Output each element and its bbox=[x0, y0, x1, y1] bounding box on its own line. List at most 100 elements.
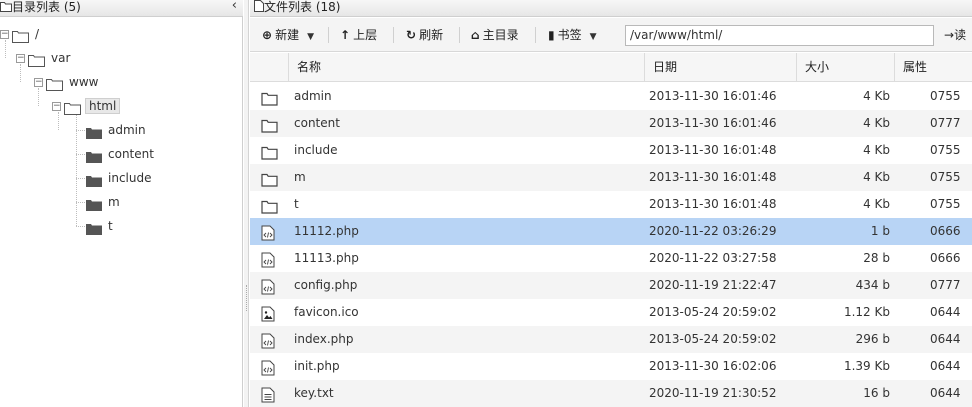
file-attr[interactable]: 0644 bbox=[930, 353, 972, 380]
tree-node-label: var bbox=[51, 51, 71, 65]
file-attr[interactable]: 0755 bbox=[930, 191, 972, 218]
refresh-button[interactable]: ↻ 刷新 bbox=[406, 25, 443, 45]
file-row[interactable]: config.php 2020-11-19 21:22:47 434 b 0777 bbox=[250, 272, 972, 299]
file-name[interactable]: 11113.php bbox=[294, 245, 644, 272]
file-size: 16 b bbox=[863, 386, 890, 400]
file-panel: 文件列表 (18) ⊕ 新建 ▼ ↑ 上层 ↻ 刷新 ⌂ 主目录 ▮ 书签 ▼ /var/ww… bbox=[250, 0, 972, 407]
file-row[interactable]: 11112.php 2020-11-22 03:26:29 1 b 0666 bbox=[250, 218, 972, 245]
arrow-up-icon: ↑ bbox=[340, 28, 351, 42]
tree-node[interactable]: include bbox=[86, 168, 151, 188]
folder-icon bbox=[86, 125, 102, 139]
file-attr[interactable]: 0755 bbox=[930, 137, 972, 164]
column-header-size[interactable]: 大小 bbox=[796, 53, 894, 82]
bookmark-button[interactable]: ▮ 书签 ▼ bbox=[548, 25, 597, 45]
panel-splitter[interactable] bbox=[244, 0, 249, 407]
file-attr[interactable]: 0644 bbox=[930, 380, 972, 407]
file-attr[interactable]: 0666 bbox=[930, 218, 972, 245]
file-row[interactable]: favicon.ico 2013-05-24 20:59:02 1.12 Kb 064… bbox=[250, 299, 972, 326]
tree-node[interactable]: − www bbox=[34, 72, 98, 92]
file-date: 2013-11-30 16:01:46 bbox=[649, 89, 777, 103]
collapse-toggle-icon[interactable]: − bbox=[52, 102, 61, 111]
file-date: 2020-11-22 03:26:29 bbox=[649, 224, 777, 238]
file-attr[interactable]: 0777 bbox=[930, 110, 972, 137]
file-size: 1.12 Kb bbox=[843, 305, 890, 319]
file-name[interactable]: include bbox=[294, 137, 644, 164]
file-size: 4 Kb bbox=[863, 89, 890, 103]
file-panel-title: 文件列表 (18) bbox=[254, 0, 340, 14]
image-file-icon bbox=[261, 305, 275, 326]
file-row[interactable]: include 2013-11-30 16:01:48 4 Kb 0755 bbox=[250, 137, 972, 164]
code-file-icon bbox=[261, 332, 275, 353]
tree-node[interactable]: − html bbox=[52, 96, 121, 116]
chevron-left-icon[interactable]: ‹ bbox=[232, 0, 237, 13]
folder-icon bbox=[261, 89, 278, 110]
file-row[interactable]: 11113.php 2020-11-22 03:27:58 28 b 0666 bbox=[250, 245, 972, 272]
tree-node[interactable]: admin bbox=[86, 120, 146, 140]
tree-node-label: / bbox=[35, 27, 40, 41]
file-row[interactable]: init.php 2013-11-30 16:02:06 1.39 Kb 0644 bbox=[250, 353, 972, 380]
directory-panel: 目录列表 (5) ‹ − / − var − www − html admin content in… bbox=[0, 0, 243, 407]
tree-node[interactable]: m bbox=[86, 192, 120, 212]
tree-node-label: m bbox=[108, 195, 120, 209]
file-name[interactable]: key.txt bbox=[294, 380, 644, 407]
file-row[interactable]: m 2013-11-30 16:01:48 4 Kb 0755 bbox=[250, 164, 972, 191]
column-header-date[interactable]: 日期 bbox=[644, 53, 796, 82]
tree-node[interactable]: content bbox=[86, 144, 154, 164]
file-size: 296 b bbox=[855, 332, 890, 346]
code-file-icon bbox=[261, 359, 275, 380]
folder-open-icon bbox=[46, 77, 63, 91]
file-name[interactable]: init.php bbox=[294, 353, 644, 380]
collapse-toggle-icon[interactable]: − bbox=[16, 54, 25, 63]
tree-node-label: content bbox=[108, 147, 154, 161]
column-header-name[interactable]: 名称 bbox=[288, 53, 644, 82]
file-date: 2013-05-24 20:59:02 bbox=[649, 332, 777, 346]
folder-icon bbox=[86, 173, 102, 187]
arrow-right-icon: → bbox=[944, 28, 955, 42]
tree-node[interactable]: − var bbox=[16, 48, 70, 68]
new-button[interactable]: ⊕ 新建 ▼ bbox=[262, 25, 314, 45]
file-attr[interactable]: 0644 bbox=[930, 326, 972, 353]
file-name[interactable]: content bbox=[294, 110, 644, 137]
file-row[interactable]: t 2013-11-30 16:01:48 4 Kb 0755 bbox=[250, 191, 972, 218]
file-name[interactable]: t bbox=[294, 191, 644, 218]
tree-node[interactable]: − / bbox=[0, 24, 39, 44]
collapse-toggle-icon[interactable]: − bbox=[0, 30, 9, 39]
directory-panel-title: 目录列表 (5) bbox=[0, 0, 81, 14]
file-name[interactable]: m bbox=[294, 164, 644, 191]
bookmark-icon: ▮ bbox=[548, 28, 555, 42]
home-button[interactable]: ⌂ 主目录 bbox=[471, 25, 519, 45]
read-path-button[interactable]: →读 bbox=[944, 25, 966, 45]
column-header-attr[interactable]: 属性 bbox=[894, 53, 972, 82]
file-name[interactable]: favicon.ico bbox=[294, 299, 644, 326]
file-size: 4 Kb bbox=[863, 116, 890, 130]
folder-icon bbox=[261, 143, 278, 164]
collapse-toggle-icon[interactable]: − bbox=[34, 78, 43, 87]
folder-icon bbox=[261, 197, 278, 218]
path-input[interactable]: /var/www/html/ bbox=[625, 25, 934, 46]
caret-down-icon: ▼ bbox=[589, 32, 597, 42]
file-attr[interactable]: 0666 bbox=[930, 245, 972, 272]
file-row[interactable]: admin 2013-11-30 16:01:46 4 Kb 0755 bbox=[250, 83, 972, 110]
folder-open-icon bbox=[12, 29, 29, 43]
file-attr[interactable]: 0644 bbox=[930, 299, 972, 326]
file-name[interactable]: config.php bbox=[294, 272, 644, 299]
file-date: 2020-11-19 21:30:52 bbox=[649, 386, 777, 400]
file-attr[interactable]: 0755 bbox=[930, 164, 972, 191]
file-name[interactable]: admin bbox=[294, 83, 644, 110]
text-file-icon bbox=[261, 386, 275, 407]
folder-outline-icon bbox=[0, 2, 12, 12]
plus-circle-icon: ⊕ bbox=[262, 28, 273, 42]
file-name[interactable]: index.php bbox=[294, 326, 644, 353]
tree-node-label: t bbox=[108, 219, 113, 233]
up-level-button[interactable]: ↑ 上层 bbox=[340, 25, 377, 45]
tree-node[interactable]: t bbox=[86, 216, 113, 236]
file-attr[interactable]: 0755 bbox=[930, 83, 972, 110]
file-name[interactable]: 11112.php bbox=[294, 218, 644, 245]
code-file-icon bbox=[261, 278, 275, 299]
file-row[interactable]: key.txt 2020-11-19 21:30:52 16 b 0644 bbox=[250, 380, 972, 407]
file-row[interactable]: content 2013-11-30 16:01:46 4 Kb 0777 bbox=[250, 110, 972, 137]
file-attr[interactable]: 0777 bbox=[930, 272, 972, 299]
folder-icon bbox=[261, 116, 278, 137]
file-date: 2013-11-30 16:01:46 bbox=[649, 116, 777, 130]
file-row[interactable]: index.php 2013-05-24 20:59:02 296 b 0644 bbox=[250, 326, 972, 353]
